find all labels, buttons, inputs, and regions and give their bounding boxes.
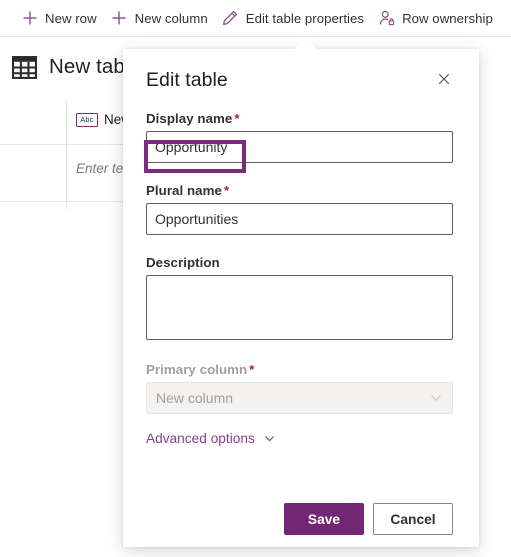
plus-icon <box>21 10 38 27</box>
edit-table-properties-label: Edit table properties <box>245 10 365 26</box>
primary-column-value: New column <box>156 390 234 406</box>
chevron-down-icon <box>429 391 443 405</box>
required-asterisk: * <box>234 111 240 126</box>
cancel-button[interactable]: Cancel <box>373 503 453 535</box>
new-column-button[interactable]: New column <box>104 0 215 36</box>
plural-name-label: Plural name * <box>146 183 453 198</box>
description-label: Description <box>146 255 220 270</box>
dialog-title: Edit table <box>146 68 228 91</box>
plural-name-label-text: Plural name <box>146 183 222 198</box>
required-asterisk: * <box>249 362 255 377</box>
description-textarea[interactable] <box>146 275 453 340</box>
close-icon <box>437 72 451 89</box>
new-row-label: New row <box>45 10 97 26</box>
description-field-group: Description <box>146 255 453 340</box>
command-bar: New row New column Edit table properties <box>0 0 511 37</box>
plus-icon <box>111 10 128 27</box>
table-grid-icon <box>12 55 37 79</box>
required-asterisk: * <box>223 183 230 198</box>
new-column-label: New column <box>134 10 208 26</box>
plural-name-input[interactable] <box>146 203 453 235</box>
table-title-row: New table <box>12 55 141 79</box>
display-name-label-text: Display name <box>146 111 233 126</box>
abc-text-type-icon: Abc <box>76 112 98 127</box>
primary-column-dropdown: New column <box>146 382 453 414</box>
primary-column-field-group: Primary column * New column <box>146 362 453 414</box>
edit-table-properties-button[interactable]: Edit table properties <box>215 0 371 36</box>
edit-table-dialog: Edit table Display name* Plural name* <box>123 49 479 547</box>
person-lock-icon <box>378 10 395 27</box>
plural-name-field-group: Plural name * <box>146 183 453 235</box>
display-name-field-group: Display name * <box>146 111 453 163</box>
chevron-down-icon <box>263 432 276 445</box>
close-button[interactable] <box>429 65 459 95</box>
new-row-button[interactable]: New row <box>14 0 104 36</box>
dialog-header: Edit table <box>123 49 479 111</box>
row-ownership-label: Row ownership <box>402 10 493 26</box>
dialog-footer: Save Cancel <box>123 503 479 535</box>
row-ownership-button[interactable]: Row ownership <box>371 0 500 36</box>
dialog-body: Display name* Plural name* Description P… <box>123 111 479 448</box>
advanced-options-label: Advanced options <box>146 431 255 446</box>
pencil-icon <box>222 10 239 27</box>
grid-line <box>66 100 67 210</box>
save-button[interactable]: Save <box>284 503 364 535</box>
display-name-label: Display name * <box>146 111 453 126</box>
primary-column-label: Primary column * <box>146 362 453 377</box>
primary-column-label-text: Primary column <box>146 362 248 377</box>
advanced-options-toggle[interactable]: Advanced options <box>146 431 276 446</box>
display-name-input[interactable] <box>146 131 453 163</box>
